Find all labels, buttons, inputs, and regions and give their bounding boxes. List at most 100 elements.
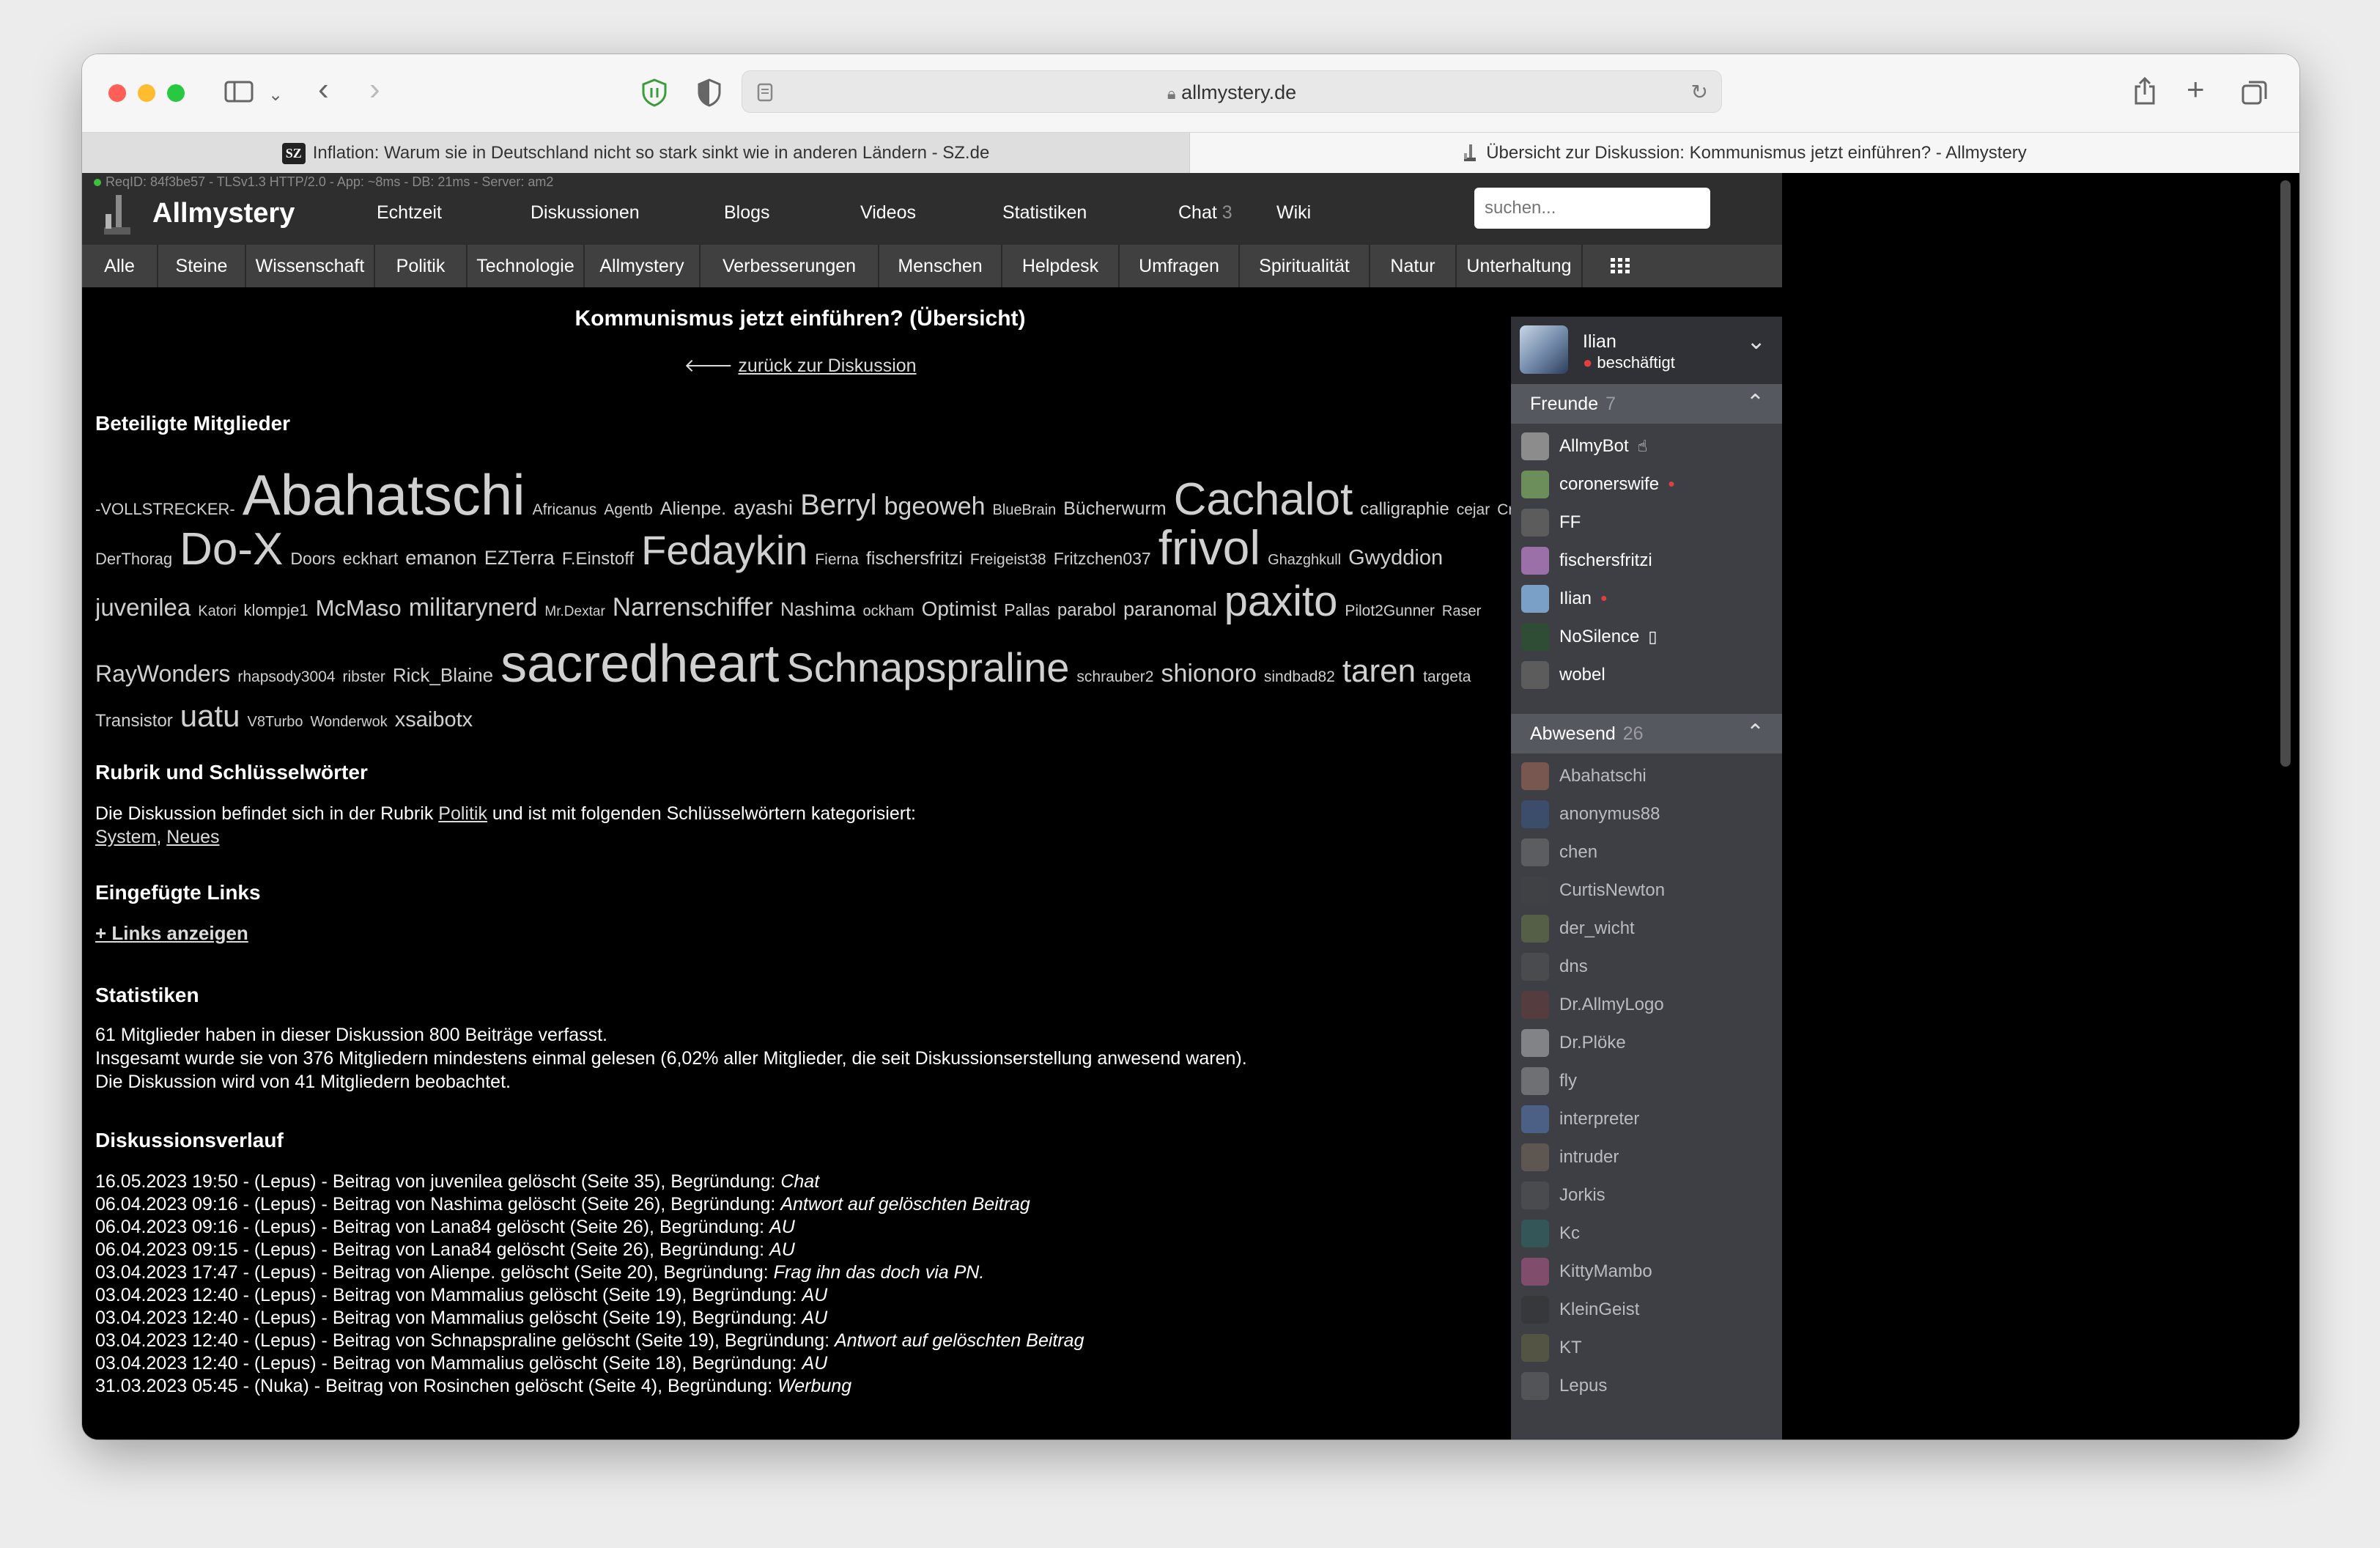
address-bar[interactable]: 🔒︎ allmystery.de ↻ xyxy=(742,70,1722,113)
chat-away-user[interactable]: interpreter xyxy=(1521,1101,1639,1138)
member-link[interactable]: Nashima xyxy=(780,600,856,619)
member-link[interactable]: RayWonders xyxy=(95,662,230,685)
tab-overview-icon[interactable] xyxy=(2241,79,2269,111)
chat-away-user[interactable]: der_wicht xyxy=(1521,910,1635,947)
member-link[interactable]: Gwyddion xyxy=(1348,548,1443,569)
member-link[interactable]: F.Einstoff xyxy=(562,550,634,568)
minimize-window-button[interactable] xyxy=(138,84,155,102)
category-allmystery[interactable]: Allmystery xyxy=(585,245,701,287)
chat-friend[interactable]: NoSilence ▯ xyxy=(1521,619,1658,655)
zoom-window-button[interactable] xyxy=(167,84,185,102)
chat-user-header[interactable]: Ilian ● beschäftigt ⌄ xyxy=(1511,317,1782,384)
member-link[interactable]: frivol xyxy=(1158,523,1260,572)
category-technologie[interactable]: Technologie xyxy=(468,245,585,287)
member-link[interactable]: Schnapspraline xyxy=(786,647,1069,688)
category-umfragen[interactable]: Umfragen xyxy=(1120,245,1240,287)
member-link[interactable]: klompje1 xyxy=(244,602,308,619)
tab-sz[interactable]: SZ Inflation: Warum sie in Deutschland n… xyxy=(82,133,1190,174)
member-link[interactable]: ayashi xyxy=(733,498,793,518)
category-unterhaltung[interactable]: Unterhaltung xyxy=(1457,245,1583,287)
member-link[interactable]: Raser xyxy=(1442,604,1481,619)
search-input[interactable] xyxy=(1474,188,1710,229)
member-link[interactable]: Fritzchen037 xyxy=(1054,550,1151,567)
chat-friend[interactable]: wobel xyxy=(1521,657,1605,693)
member-link[interactable]: schrauber2 xyxy=(1076,669,1153,685)
keyword-link[interactable]: Neues xyxy=(166,827,219,847)
category-helpdesk[interactable]: Helpdesk xyxy=(1002,245,1120,287)
half-shield-icon[interactable] xyxy=(696,78,722,111)
member-link[interactable]: eckhart xyxy=(343,550,398,567)
member-link[interactable]: bgeoweh xyxy=(884,494,986,519)
member-link[interactable]: Do-X xyxy=(180,527,283,572)
category-menschen[interactable]: Menschen xyxy=(879,245,1002,287)
chat-friend[interactable]: fischersfritzi xyxy=(1521,542,1652,579)
member-link[interactable]: Ghazghkull xyxy=(1268,553,1341,567)
category-natur[interactable]: Natur xyxy=(1370,245,1457,287)
page-scrollbar[interactable] xyxy=(2280,180,2291,767)
chat-away-user[interactable]: Kc xyxy=(1521,1215,1580,1252)
nav-diskussionen[interactable]: Diskussionen xyxy=(531,202,640,224)
member-link[interactable]: -VOLLSTRECKER- xyxy=(95,501,235,517)
member-link[interactable]: Berryl xyxy=(800,490,876,520)
member-link[interactable]: Mr.Dextar xyxy=(544,605,605,619)
member-link[interactable]: Alienpe. xyxy=(660,500,726,518)
share-icon[interactable] xyxy=(2132,76,2157,110)
chat-away-user[interactable]: Abahatschi xyxy=(1521,758,1647,795)
member-link[interactable]: Fedaykin xyxy=(641,530,808,571)
chat-away-user[interactable]: intruder xyxy=(1521,1139,1619,1176)
tab-allmystery[interactable]: Übersicht zur Diskussion: Kommunismus je… xyxy=(1190,133,2299,174)
member-link[interactable]: uatu xyxy=(180,701,240,731)
reload-icon[interactable]: ↻ xyxy=(1691,80,1708,104)
chat-away-user[interactable]: dns xyxy=(1521,948,1588,985)
chevron-down-icon[interactable]: ⌄ xyxy=(268,82,283,108)
nav-videos[interactable]: Videos xyxy=(860,202,916,224)
category-verbesserungen[interactable]: Verbesserungen xyxy=(701,245,879,287)
away-section-header[interactable]: Abwesend 26 ⌃ xyxy=(1511,714,1782,753)
member-link[interactable]: McMaso xyxy=(316,597,402,619)
member-link[interactable]: Pilot2Gunner xyxy=(1345,603,1435,619)
allmystery-logo-icon[interactable] xyxy=(103,192,132,241)
member-link[interactable]: sacredheart xyxy=(500,638,779,690)
member-link[interactable]: ribster xyxy=(342,669,385,685)
member-link[interactable]: paxito xyxy=(1224,580,1338,623)
category-spiritualitaet[interactable]: Spiritualität xyxy=(1240,245,1370,287)
member-link[interactable]: Agentb xyxy=(604,502,653,517)
back-to-discussion[interactable]: 🡐 zurück zur Diskussion xyxy=(95,355,1505,377)
member-link[interactable]: cejar xyxy=(1457,502,1490,517)
member-link[interactable]: taren xyxy=(1342,655,1416,688)
chat-away-user[interactable]: Dr.AllmyLogo xyxy=(1521,987,1664,1023)
member-link[interactable]: calligraphie xyxy=(1360,501,1449,518)
chat-away-user[interactable]: Jorkis xyxy=(1521,1177,1605,1214)
new-tab-icon[interactable]: + xyxy=(2187,74,2205,105)
nav-wiki[interactable]: Wiki xyxy=(1276,202,1311,224)
chat-away-user[interactable]: CurtisNewton xyxy=(1521,872,1665,909)
nav-chat[interactable]: Chat 3 xyxy=(1178,202,1232,224)
chat-friend[interactable]: AllmyBot ☝︎ xyxy=(1521,428,1647,465)
category-politik[interactable]: Politik xyxy=(375,245,468,287)
chat-away-user[interactable]: KittyMambo xyxy=(1521,1253,1652,1290)
forward-icon[interactable]: › xyxy=(369,73,380,106)
member-link[interactable]: Fierna xyxy=(815,552,859,567)
category-alle[interactable]: Alle xyxy=(82,245,158,287)
category-wissenschaft[interactable]: Wissenschaft xyxy=(246,245,375,287)
chevron-down-icon[interactable]: ⌄ xyxy=(1746,327,1766,355)
member-link[interactable]: Pallas xyxy=(1004,602,1050,619)
member-link[interactable]: BlueBrain xyxy=(993,503,1057,517)
site-logo-text[interactable]: Allmystery xyxy=(152,198,295,229)
member-link[interactable]: Wonderwok xyxy=(311,715,388,729)
member-link[interactable]: Abahatschi xyxy=(243,466,525,523)
nav-statistiken[interactable]: Statistiken xyxy=(1002,202,1087,224)
chat-away-user[interactable]: KT xyxy=(1521,1330,1582,1366)
chat-friend[interactable]: coronerswife ● xyxy=(1521,466,1675,503)
chat-away-user[interactable]: chen xyxy=(1521,834,1597,871)
member-link[interactable]: Cachalot xyxy=(1174,477,1353,523)
member-link[interactable]: Rick_Blaine xyxy=(393,666,493,685)
member-link[interactable]: rhapsody3004 xyxy=(237,669,335,685)
chat-friend[interactable]: Ilian ● xyxy=(1521,580,1608,617)
chat-away-user[interactable]: KleinGeist xyxy=(1521,1291,1639,1328)
member-link[interactable]: militarynerd xyxy=(409,595,538,620)
show-links-toggle[interactable]: + Links anzeigen xyxy=(95,922,248,945)
member-link[interactable]: V8Turbo xyxy=(248,715,303,729)
category-steine[interactable]: Steine xyxy=(158,245,246,287)
member-link[interactable]: targeta xyxy=(1423,669,1471,685)
